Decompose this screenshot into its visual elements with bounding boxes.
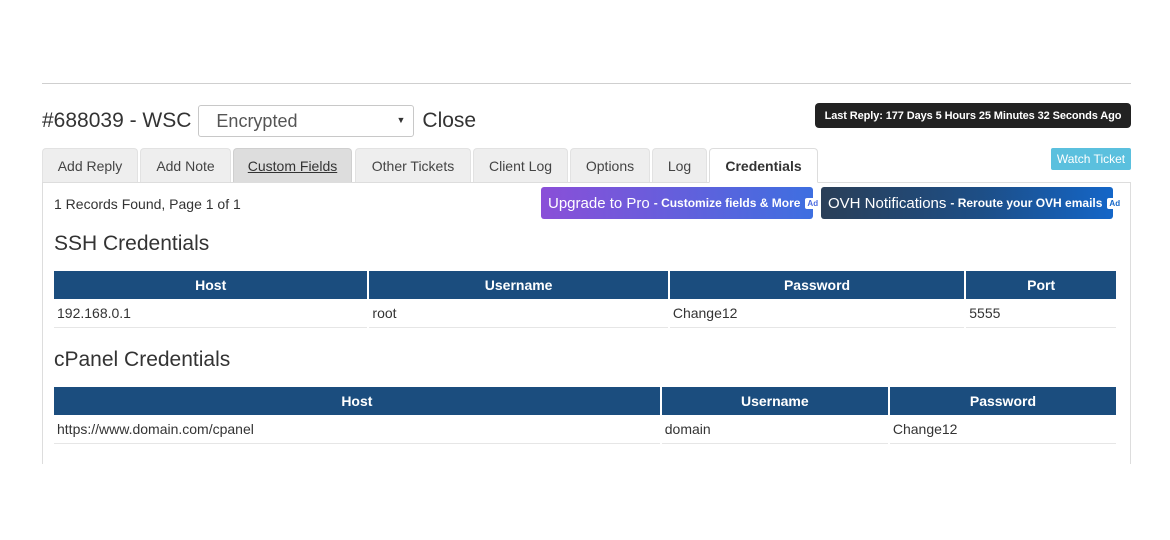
cpanel-password-cell: Change12 (889, 415, 1116, 444)
table-header-row: Host Username Password Port (54, 271, 1116, 299)
ovh-notifications-button[interactable]: OVH Notifications - Reroute your OVH ema… (821, 187, 1123, 219)
ssh-password-cell: Change12 (669, 299, 965, 328)
tab-custom-fields[interactable]: Custom Fields (233, 148, 352, 182)
chevron-down-icon: ▼ (396, 115, 406, 125)
ad-badge-icon: Ad (1107, 197, 1123, 209)
ssh-credentials-table: Host Username Password Port 192.168.0.1 … (52, 271, 1118, 328)
cpanel-username-cell: domain (661, 415, 888, 444)
table-row: 192.168.0.1 root Change12 5555 (54, 299, 1116, 328)
close-label: Close (422, 109, 477, 132)
column-header-password: Password (669, 271, 965, 299)
column-header-password: Password (889, 387, 1116, 415)
upgrade-pro-button[interactable]: Upgrade to Pro - Customize fields & More… (541, 187, 821, 219)
ovh-notifications-label: OVH Notifications (828, 194, 947, 212)
ssh-port-cell: 5555 (966, 299, 1116, 328)
status-select[interactable]: Encrypted ▼ (198, 105, 415, 137)
ticket-header: #688039 - WSC Encrypted ▼ Close (42, 103, 476, 139)
ssh-username-cell: root (369, 299, 668, 328)
column-header-username: Username (661, 387, 888, 415)
upgrade-pro-sublabel: - Customize fields & More (653, 196, 801, 210)
ovh-notifications-sublabel: - Reroute your OVH emails (950, 196, 1103, 210)
cpanel-credentials-title: cPanel Credentials (54, 348, 231, 371)
column-header-username: Username (369, 271, 668, 299)
cpanel-credentials-table: Host Username Password https://www.domai… (52, 387, 1118, 444)
watch-ticket-button[interactable]: Watch Ticket (1051, 148, 1131, 170)
records-count: 1 Records Found, Page 1 of 1 (54, 196, 241, 212)
status-select-value: Encrypted (216, 110, 298, 131)
last-reply-badge: Last Reply: 177 Days 5 Hours 25 Minutes … (815, 103, 1131, 128)
column-header-port: Port (966, 271, 1116, 299)
tab-add-reply[interactable]: Add Reply (42, 148, 138, 182)
tab-add-note[interactable]: Add Note (140, 148, 231, 182)
tab-credentials[interactable]: Credentials (709, 148, 818, 183)
tab-options[interactable]: Options (570, 148, 650, 182)
ad-badge-icon: Ad (805, 197, 821, 209)
column-header-host: Host (54, 271, 368, 299)
credentials-panel: 1 Records Found, Page 1 of 1 Upgrade to … (42, 182, 1131, 464)
upgrade-pro-label: Upgrade to Pro (548, 194, 650, 212)
ssh-credentials-title: SSH Credentials (54, 232, 210, 255)
tab-other-tickets[interactable]: Other Tickets (355, 148, 471, 182)
tab-log[interactable]: Log (652, 148, 707, 182)
table-header-row: Host Username Password (54, 387, 1116, 415)
ssh-host-cell: 192.168.0.1 (54, 299, 368, 328)
tab-client-log[interactable]: Client Log (473, 148, 568, 182)
top-divider (42, 83, 1131, 84)
ticket-title: #688039 - WSC (42, 109, 192, 132)
column-header-host: Host (54, 387, 660, 415)
table-row: https://www.domain.com/cpanel domain Cha… (54, 415, 1116, 444)
cpanel-host-cell: https://www.domain.com/cpanel (54, 415, 660, 444)
